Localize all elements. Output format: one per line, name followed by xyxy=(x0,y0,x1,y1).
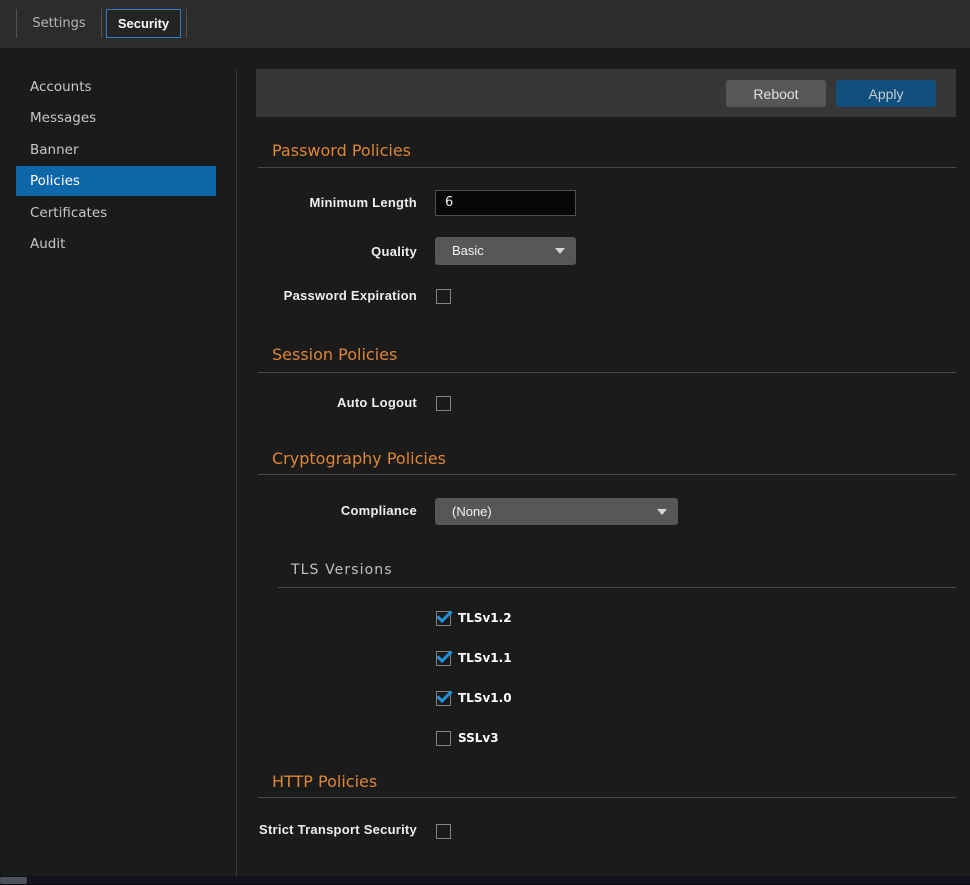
tlsv1-2-checkbox[interactable] xyxy=(436,611,451,626)
password-expiration-checkbox[interactable] xyxy=(436,289,451,304)
tab-security[interactable]: Security xyxy=(106,9,181,38)
tab-settings[interactable]: Settings xyxy=(17,9,101,38)
chevron-down-icon xyxy=(555,248,565,254)
strict-transport-security-checkbox[interactable] xyxy=(436,824,451,839)
compliance-label: Compliance xyxy=(237,503,417,519)
sidebar-item-policies[interactable]: Policies xyxy=(16,166,216,196)
quality-label: Quality xyxy=(237,244,417,260)
row-quality: Quality Basic xyxy=(237,237,970,265)
topbar: Settings Security xyxy=(0,0,970,48)
reboot-button[interactable]: Reboot xyxy=(726,80,826,107)
sidebar-item-certificates[interactable]: Certificates xyxy=(0,198,236,230)
tlsv1-1-checkbox[interactable] xyxy=(436,651,451,666)
row-sslv3: SSLv3 xyxy=(237,731,970,747)
horizontal-scrollbar[interactable] xyxy=(0,876,970,884)
row-minimum-length: Minimum Length xyxy=(237,190,970,216)
row-auto-logout: Auto Logout xyxy=(237,395,970,411)
tlsv1-1-label: TLSv1.1 xyxy=(458,650,512,666)
section-title-http-policies: HTTP Policies xyxy=(272,773,772,791)
check-icon xyxy=(436,647,452,663)
quality-dropdown[interactable]: Basic xyxy=(435,237,576,265)
quality-dropdown-value: Basic xyxy=(452,237,484,265)
section-divider xyxy=(258,167,956,168)
section-divider xyxy=(258,474,956,475)
tlsv1-0-checkbox[interactable] xyxy=(436,691,451,706)
subsection-divider xyxy=(278,587,956,588)
row-password-expiration: Password Expiration xyxy=(237,288,970,304)
check-icon xyxy=(436,687,452,703)
tlsv1-0-label: TLSv1.0 xyxy=(458,690,512,706)
section-divider xyxy=(258,372,956,373)
tlsv1-2-label: TLSv1.2 xyxy=(458,610,512,626)
row-compliance: Compliance (None) xyxy=(237,498,970,525)
main-surface: Accounts Messages Banner Policies Certif… xyxy=(0,48,970,876)
apply-button[interactable]: Apply xyxy=(836,80,936,107)
sidebar-item-audit[interactable]: Audit xyxy=(0,229,236,261)
section-divider xyxy=(258,797,956,798)
sslv3-label: SSLv3 xyxy=(458,730,499,746)
password-expiration-label: Password Expiration xyxy=(237,288,417,304)
sidebar-item-banner[interactable]: Banner xyxy=(0,135,236,167)
row-tlsv1-2: TLSv1.2 xyxy=(237,611,970,627)
toolbar: Reboot Apply xyxy=(256,69,956,117)
row-strict-transport-security: Strict Transport Security xyxy=(237,823,970,839)
minimum-length-label: Minimum Length xyxy=(237,195,417,211)
minimum-length-input[interactable] xyxy=(435,190,576,216)
strict-transport-security-label: Strict Transport Security xyxy=(237,822,417,838)
check-icon xyxy=(436,607,452,623)
chevron-down-icon xyxy=(657,509,667,515)
content: Reboot Apply Password Policies Minimum L… xyxy=(237,48,970,876)
compliance-dropdown[interactable]: (None) xyxy=(435,498,678,525)
auto-logout-label: Auto Logout xyxy=(237,395,417,411)
compliance-dropdown-value: (None) xyxy=(452,498,492,525)
row-tlsv1-1: TLSv1.1 xyxy=(237,651,970,667)
row-tlsv1-0: TLSv1.0 xyxy=(237,691,970,707)
tab-separator xyxy=(186,9,187,38)
section-title-cryptography-policies: Cryptography Policies xyxy=(272,450,772,468)
auto-logout-checkbox[interactable] xyxy=(436,396,451,411)
sidebar-item-accounts[interactable]: Accounts xyxy=(0,72,236,104)
section-title-session-policies: Session Policies xyxy=(272,346,772,364)
subsection-title-tls-versions: TLS Versions xyxy=(291,562,691,578)
section-title-password-policies: Password Policies xyxy=(272,142,772,160)
horizontal-scrollbar-thumb[interactable] xyxy=(0,877,27,884)
sidebar-item-messages[interactable]: Messages xyxy=(0,103,236,135)
sslv3-checkbox[interactable] xyxy=(436,731,451,746)
tab-separator xyxy=(101,9,102,38)
